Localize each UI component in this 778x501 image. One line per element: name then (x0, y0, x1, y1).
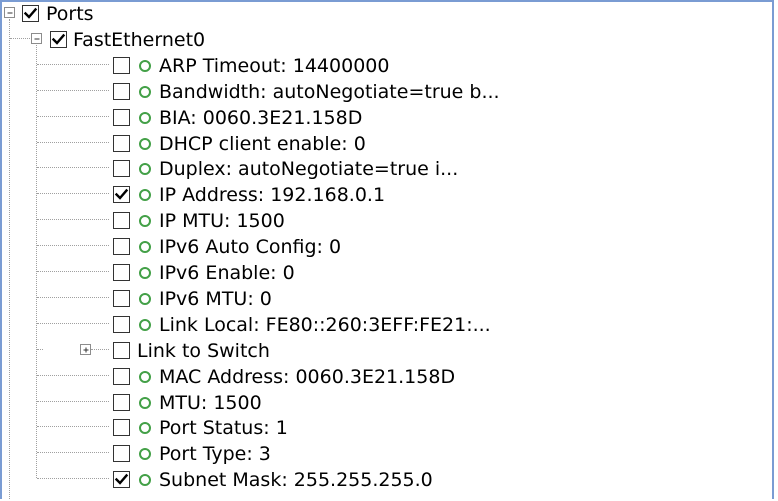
tree-node-property[interactable]: IP MTU: 1500 (2, 209, 762, 235)
status-dot-icon (139, 422, 151, 435)
status-dot-icon (139, 318, 151, 331)
status-dot-icon (139, 111, 151, 124)
property-label[interactable]: IPv6 MTU: 0 (159, 288, 272, 310)
property-label[interactable]: Duplex: autoNegotiate=true i... (159, 158, 458, 180)
status-dot-icon (139, 241, 151, 254)
property-label[interactable]: IP Address: 192.168.0.1 (159, 184, 385, 206)
tree-node-property[interactable]: DHCP client enable: 0 (2, 132, 762, 158)
tree-view-panel: Ports FastEthernet0 ARP Timeout: 14400000 B… (0, 0, 774, 499)
tree-node-link-to-switch[interactable]: Link to Switch (2, 339, 762, 365)
property-checkbox[interactable] (113, 108, 130, 126)
status-dot-icon (139, 163, 151, 176)
property-checkbox[interactable] (113, 134, 130, 152)
tree-node-property[interactable]: BIA: 0060.3E21.158D (2, 106, 762, 132)
tree-node-property[interactable]: IPv6 MTU: 0 (2, 287, 762, 313)
fastethernet0-checkbox[interactable] (50, 30, 67, 48)
property-label[interactable]: IPv6 Enable: 0 (159, 262, 295, 284)
property-checkbox[interactable] (113, 393, 130, 411)
ports-tree: Ports FastEthernet0 ARP Timeout: 14400000 B… (2, 2, 772, 499)
property-checkbox[interactable] (113, 56, 130, 74)
property-checkbox[interactable] (113, 367, 130, 385)
status-dot-icon (139, 396, 151, 409)
property-label[interactable]: Subnet Mask: 255.255.255.0 (159, 469, 433, 491)
collapse-ports-icon[interactable] (4, 7, 15, 18)
property-label[interactable]: Port Type: 3 (159, 443, 271, 465)
property-label[interactable]: Port Status: 1 (159, 417, 288, 439)
status-dot-icon (139, 85, 151, 98)
tree-node-property[interactable]: Link Local: FE80::260:3EFF:FE21:... (2, 313, 762, 339)
property-checkbox[interactable] (113, 341, 130, 359)
property-checkbox[interactable] (113, 471, 130, 489)
property-label[interactable]: BIA: 0060.3E21.158D (159, 107, 362, 129)
property-label[interactable]: MAC Address: 0060.3E21.158D (159, 366, 455, 388)
tree-connector-line (10, 37, 30, 39)
tree-node-property[interactable]: Duplex: autoNegotiate=true i... (2, 157, 762, 183)
tree-node-property[interactable]: MAC Address: 0060.3E21.158D (2, 365, 762, 391)
tree-node-ports[interactable]: Ports (2, 2, 762, 28)
property-checkbox[interactable] (113, 212, 130, 230)
tree-node-fastethernet0[interactable]: FastEthernet0 (2, 28, 762, 54)
tree-node-property[interactable]: IPv6 Auto Config: 0 (2, 235, 762, 261)
property-label[interactable]: ARP Timeout: 14400000 (159, 55, 389, 77)
property-label[interactable]: DHCP client enable: 0 (159, 133, 366, 155)
tree-node-property[interactable]: IP Address: 192.168.0.1 (2, 183, 762, 209)
status-dot-icon (139, 59, 151, 72)
tree-node-label[interactable]: FastEthernet0 (73, 29, 205, 51)
status-dot-icon (139, 370, 151, 383)
expand-link-to-switch-icon[interactable] (80, 343, 91, 355)
collapse-fastethernet0-icon[interactable] (31, 32, 42, 44)
status-dot-icon (139, 448, 151, 461)
property-checkbox[interactable] (113, 186, 130, 204)
property-label[interactable]: Bandwidth: autoNegotiate=true b... (159, 81, 500, 103)
tree-node-property[interactable]: Bandwidth: autoNegotiate=true b... (2, 80, 762, 106)
tree-node-property[interactable]: Port Status: 1 (2, 416, 762, 442)
status-dot-icon (139, 267, 151, 279)
ports-checkbox[interactable] (22, 5, 39, 22)
property-checkbox[interactable] (113, 419, 130, 437)
tree-node-label[interactable]: Ports (46, 3, 94, 25)
tree-node-property[interactable]: Port Type: 3 (2, 442, 762, 468)
property-checkbox[interactable] (113, 264, 130, 281)
tree-node-property[interactable]: MTU: 1500 (2, 391, 762, 417)
property-label[interactable]: IPv6 Auto Config: 0 (159, 236, 341, 258)
property-label[interactable]: MTU: 1500 (159, 392, 262, 414)
tree-node-property[interactable]: ARP Timeout: 14400000 (2, 54, 762, 80)
property-label[interactable]: IP MTU: 1500 (159, 210, 285, 232)
status-dot-icon (139, 137, 151, 150)
status-dot-icon (139, 189, 151, 202)
property-checkbox[interactable] (113, 82, 130, 100)
property-label[interactable]: Link to Switch (137, 340, 270, 362)
property-checkbox[interactable] (113, 238, 130, 256)
status-dot-icon (139, 292, 151, 305)
property-checkbox[interactable] (113, 445, 130, 463)
tree-node-property[interactable]: Subnet Mask: 255.255.255.0 (2, 468, 762, 494)
property-checkbox[interactable] (113, 289, 130, 307)
status-dot-icon (139, 474, 151, 487)
status-dot-icon (139, 215, 151, 228)
property-checkbox[interactable] (113, 160, 130, 178)
property-label[interactable]: Link Local: FE80::260:3EFF:FE21:... (159, 314, 491, 336)
tree-node-property[interactable]: IPv6 Enable: 0 (2, 261, 762, 287)
property-checkbox[interactable] (113, 315, 130, 333)
